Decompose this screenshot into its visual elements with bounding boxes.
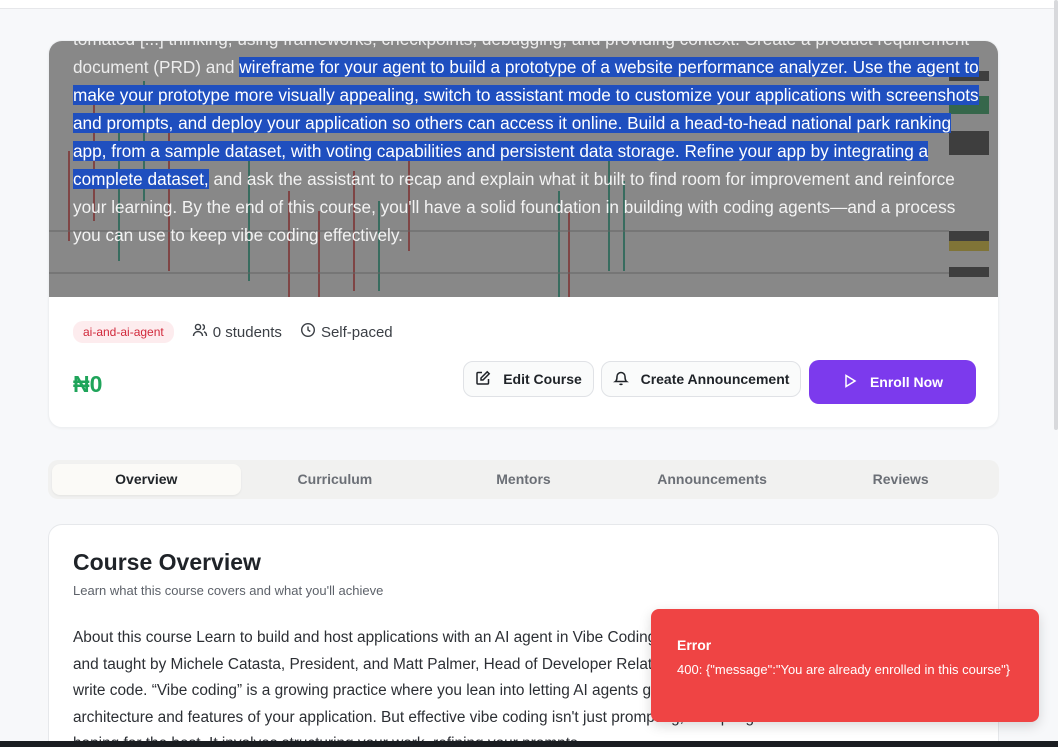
students-count: 0 students xyxy=(192,322,282,342)
pace-info: Self-paced xyxy=(300,322,393,342)
error-toast[interactable]: Error 400: {"message":"You are already e… xyxy=(651,609,1039,722)
clock-icon xyxy=(300,322,316,342)
page-scrollbar[interactable] xyxy=(1054,0,1058,430)
tab-mentors[interactable]: Mentors xyxy=(429,464,618,495)
tab-overview[interactable]: Overview xyxy=(52,464,241,495)
tab-reviews[interactable]: Reviews xyxy=(806,464,995,495)
tab-announcements[interactable]: Announcements xyxy=(618,464,807,495)
bell-icon xyxy=(612,370,629,389)
overview-subtitle: Learn what this course covers and what y… xyxy=(73,583,384,598)
edit-icon xyxy=(475,370,491,389)
edit-course-button[interactable]: Edit Course xyxy=(463,361,594,397)
course-description: tomated [...] thinking, using frameworks… xyxy=(73,41,983,249)
enroll-now-label: Enroll Now xyxy=(869,374,944,390)
create-announcement-label: Create Announcement xyxy=(640,371,790,387)
play-icon xyxy=(842,373,858,392)
enroll-now-button[interactable]: Enroll Now xyxy=(809,360,976,404)
create-announcement-button[interactable]: Create Announcement xyxy=(601,361,801,397)
top-bar xyxy=(0,0,1058,9)
course-price: ₦0 xyxy=(73,371,103,397)
toast-title: Error xyxy=(677,637,712,653)
category-tag: ai-and-ai-agent xyxy=(73,321,174,343)
tab-curriculum[interactable]: Curriculum xyxy=(241,464,430,495)
students-label: 0 students xyxy=(212,323,282,341)
course-header-card: tomated [...] thinking, using frameworks… xyxy=(48,40,999,428)
users-icon xyxy=(192,322,208,342)
course-meta: ai-and-ai-agent 0 students Self-paced xyxy=(73,321,393,343)
course-tabs: Overview Curriculum Mentors Announcement… xyxy=(48,460,999,499)
toast-message: 400: {"message":"You are already enrolle… xyxy=(677,662,1011,677)
overview-title: Course Overview xyxy=(73,549,261,575)
edit-course-label: Edit Course xyxy=(503,371,582,387)
bottom-bar xyxy=(0,741,1058,747)
pace-label: Self-paced xyxy=(320,323,393,341)
